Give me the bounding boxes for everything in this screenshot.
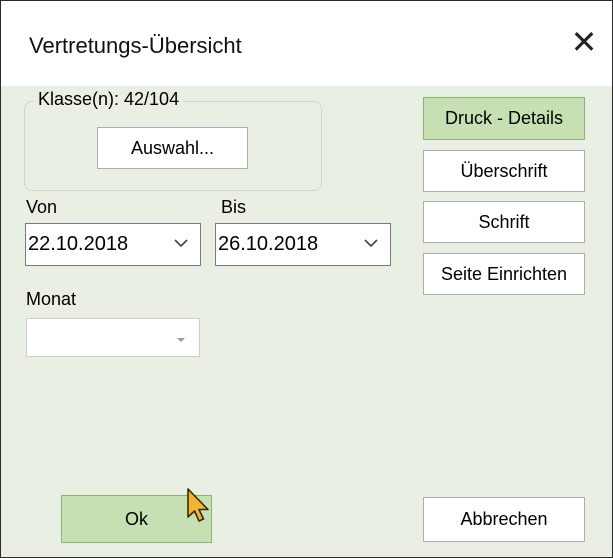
to-date-value: 26.10.2018: [218, 233, 319, 255]
print-details-button[interactable]: Druck - Details: [423, 97, 585, 140]
cancel-button[interactable]: Abbrechen: [423, 497, 585, 542]
from-date-picker[interactable]: 22.10.2018: [25, 223, 201, 266]
class-select-button[interactable]: Auswahl...: [97, 127, 248, 169]
font-button[interactable]: Schrift: [423, 201, 585, 243]
classes-count-label: Klasse(n): 42/104: [34, 89, 184, 110]
title-bar: Vertretungs-Übersicht ✕: [1, 1, 612, 86]
dialog-content: Klasse(n): 42/104 Auswahl... Von Bis 22.…: [1, 86, 612, 557]
page-setup-button[interactable]: Seite Einrichten: [423, 253, 585, 295]
to-label: Bis: [221, 197, 247, 217]
chevron-down-icon[interactable]: [362, 234, 380, 252]
to-date-picker[interactable]: 26.10.2018: [215, 223, 391, 266]
from-date-value: 22.10.2018: [28, 233, 129, 255]
window-title: Vertretungs-Übersicht: [29, 33, 242, 58]
month-dropdown[interactable]: [26, 318, 200, 357]
caret-down-icon: [177, 338, 185, 342]
mouse-pointer-icon: [187, 488, 209, 522]
month-label: Monat: [26, 289, 77, 309]
chevron-down-icon[interactable]: [172, 234, 190, 252]
heading-button[interactable]: Überschrift: [423, 150, 585, 192]
from-label: Von: [26, 197, 58, 217]
close-icon[interactable]: ✕: [567, 25, 601, 59]
dialog-window: Vertretungs-Übersicht ✕ Klasse(n): 42/10…: [0, 0, 613, 558]
